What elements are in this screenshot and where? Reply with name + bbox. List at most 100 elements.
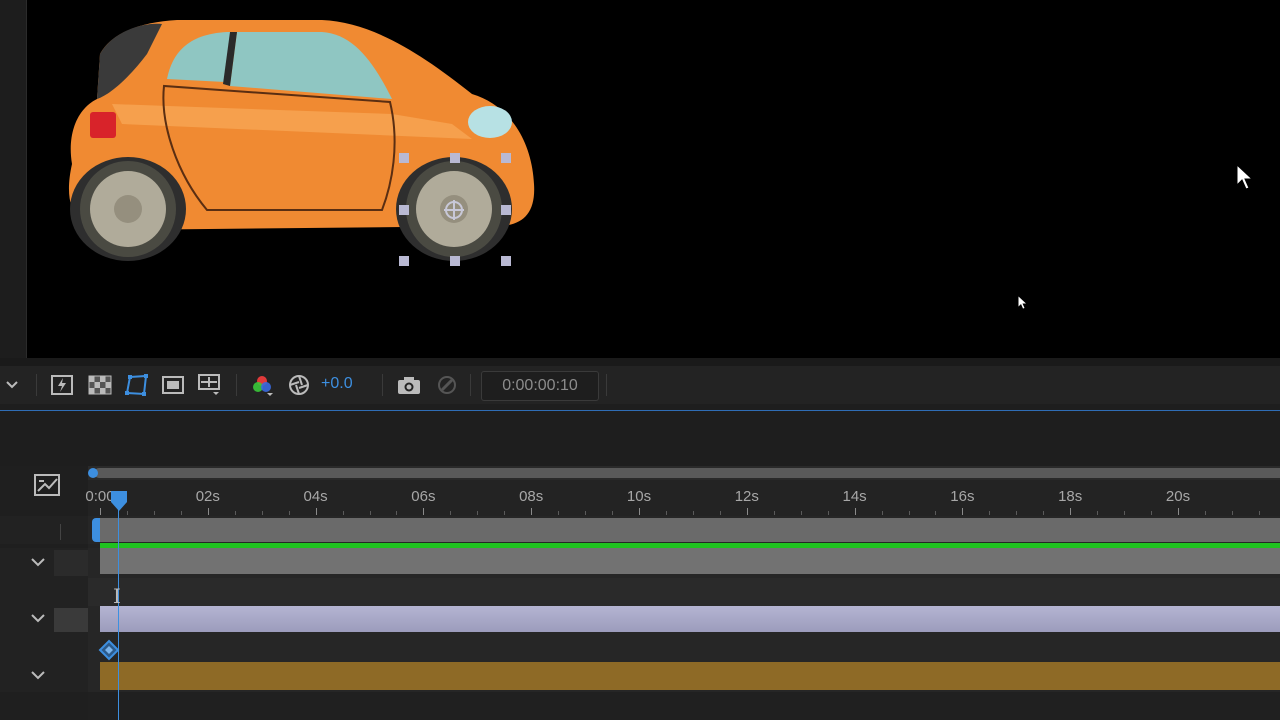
layer-bar-gray-2[interactable] [100, 548, 1280, 574]
ruler-subtick [477, 511, 479, 515]
ruler-label: 08s [519, 488, 544, 505]
ruler-subtick [342, 511, 344, 515]
transform-handle-bl[interactable] [399, 256, 409, 266]
layer-bar-gray-1[interactable] [100, 518, 1280, 542]
ruler-subtick [558, 511, 560, 515]
row-divider [60, 524, 61, 540]
track-5 [88, 634, 1280, 662]
layer-row-1-controls [0, 516, 88, 544]
transform-handle-tr[interactable] [501, 153, 511, 163]
ruler-subtick [827, 511, 829, 515]
keyframe-diamond-icon[interactable] [98, 639, 120, 661]
snapshot-icon [398, 377, 420, 394]
car-illustration[interactable] [52, 14, 542, 264]
ruler-subtick [773, 511, 775, 515]
timeline-panel: 0:0002s04s06s08s10s12s14s16s18s20s2 I [0, 466, 1280, 720]
ruler-tick [531, 508, 533, 515]
magnification-dropdown[interactable] [0, 372, 24, 398]
ruler-subtick [612, 511, 614, 515]
transparency-grid-button[interactable] [86, 372, 114, 398]
comp-flowchart-icon[interactable] [33, 473, 63, 499]
transparency-grid-icon [88, 375, 112, 395]
ruler-label: 18s [1058, 488, 1083, 505]
ruler-subtick [1016, 511, 1018, 515]
ruler-label: 14s [842, 488, 867, 505]
time-ruler[interactable]: 0:0002s04s06s08s10s12s14s16s18s20s2 [85, 480, 1280, 517]
mask-path-visibility-icon [125, 374, 148, 396]
ruler-subtick [180, 511, 182, 515]
ruler-label: 12s [734, 488, 759, 505]
grid-guides-icon [198, 374, 220, 395]
layer-row-5-controls [0, 634, 88, 662]
ruler-label: 20s [1165, 488, 1191, 505]
take-snapshot-button[interactable] [396, 372, 422, 398]
composition-viewer[interactable] [0, 0, 1280, 358]
ruler-subtick [935, 511, 937, 515]
transform-handle-ml[interactable] [399, 205, 409, 215]
ruler-label: 10s [626, 488, 652, 505]
ruler-subtick [908, 511, 910, 515]
ruler-subtick [369, 511, 371, 515]
transform-handle-tc[interactable] [450, 153, 460, 163]
layer-bar-amber[interactable] [100, 662, 1280, 690]
mouse-cursor-icon [1236, 164, 1254, 190]
work-area-start-handle[interactable] [88, 468, 98, 478]
layer-in-point-handle[interactable] [92, 518, 100, 542]
grid-guides-dropdown[interactable] [196, 372, 222, 398]
ruler-subtick [261, 511, 263, 515]
ruler-subtick [692, 511, 694, 515]
ruler-label: 04s [303, 488, 328, 505]
fast-previews-button[interactable] [48, 372, 76, 398]
ruler-subtick [153, 511, 155, 515]
ruler-tick [1070, 508, 1072, 515]
transform-handle-tl[interactable] [399, 153, 409, 163]
transform-handle-bc[interactable] [450, 256, 460, 266]
car-headlight [468, 106, 512, 138]
work-area-bar[interactable] [94, 468, 1280, 478]
ruler-subtick [288, 511, 290, 515]
ruler-label: 16s [950, 488, 975, 505]
region-of-interest-button[interactable] [160, 372, 186, 398]
current-time-display[interactable]: 0:00:00:10 [481, 371, 599, 401]
ruler-subtick [1097, 511, 1099, 515]
chevron-down-icon[interactable] [30, 670, 46, 680]
ruler-tick [315, 508, 317, 515]
ruler-subtick [1043, 511, 1045, 515]
region-of-interest-icon [162, 376, 184, 394]
chevron-down-icon[interactable] [30, 613, 46, 623]
show-snapshot-button[interactable] [434, 372, 460, 398]
ruler-subtick [989, 511, 991, 515]
fast-previews-icon [51, 375, 73, 395]
ruler-subtick [1231, 511, 1233, 515]
ruler-tick [1178, 508, 1179, 515]
ruler-subtick [234, 511, 236, 515]
show-channel-dropdown[interactable] [248, 372, 276, 398]
layer-bar-lavender[interactable] [100, 606, 1280, 632]
current-time-indicator-line[interactable] [118, 504, 119, 720]
ruler-subtick [665, 511, 667, 515]
timeline-header-area [0, 411, 1280, 466]
ruler-subtick [504, 511, 506, 515]
layer-row-3-controls [0, 578, 88, 606]
ruler-subtick [1258, 511, 1260, 515]
ruler-subtick [800, 511, 802, 515]
ruler-tick [423, 508, 425, 515]
channel-icon [253, 376, 273, 396]
ruler-subtick [1124, 511, 1126, 515]
track-7 [88, 692, 1280, 720]
anchor-point-icon[interactable] [442, 198, 466, 222]
transform-handle-mr[interactable] [501, 205, 511, 215]
exposure-value[interactable]: +0.0 [321, 375, 353, 393]
chevron-down-icon[interactable] [30, 557, 46, 567]
transform-handle-br[interactable] [501, 256, 511, 266]
small-cursor-icon [1018, 296, 1026, 309]
current-time-indicator-head[interactable] [110, 490, 128, 512]
ruler-subtick [1151, 511, 1153, 515]
reset-exposure-button[interactable] [286, 372, 312, 398]
ruler-tick [100, 508, 101, 515]
ruler-tick [962, 508, 964, 515]
show-snapshot-icon [438, 376, 456, 394]
ruler-tick [207, 508, 209, 515]
viewer-left-panel-edge [0, 0, 27, 358]
mask-visibility-button[interactable] [122, 372, 152, 398]
